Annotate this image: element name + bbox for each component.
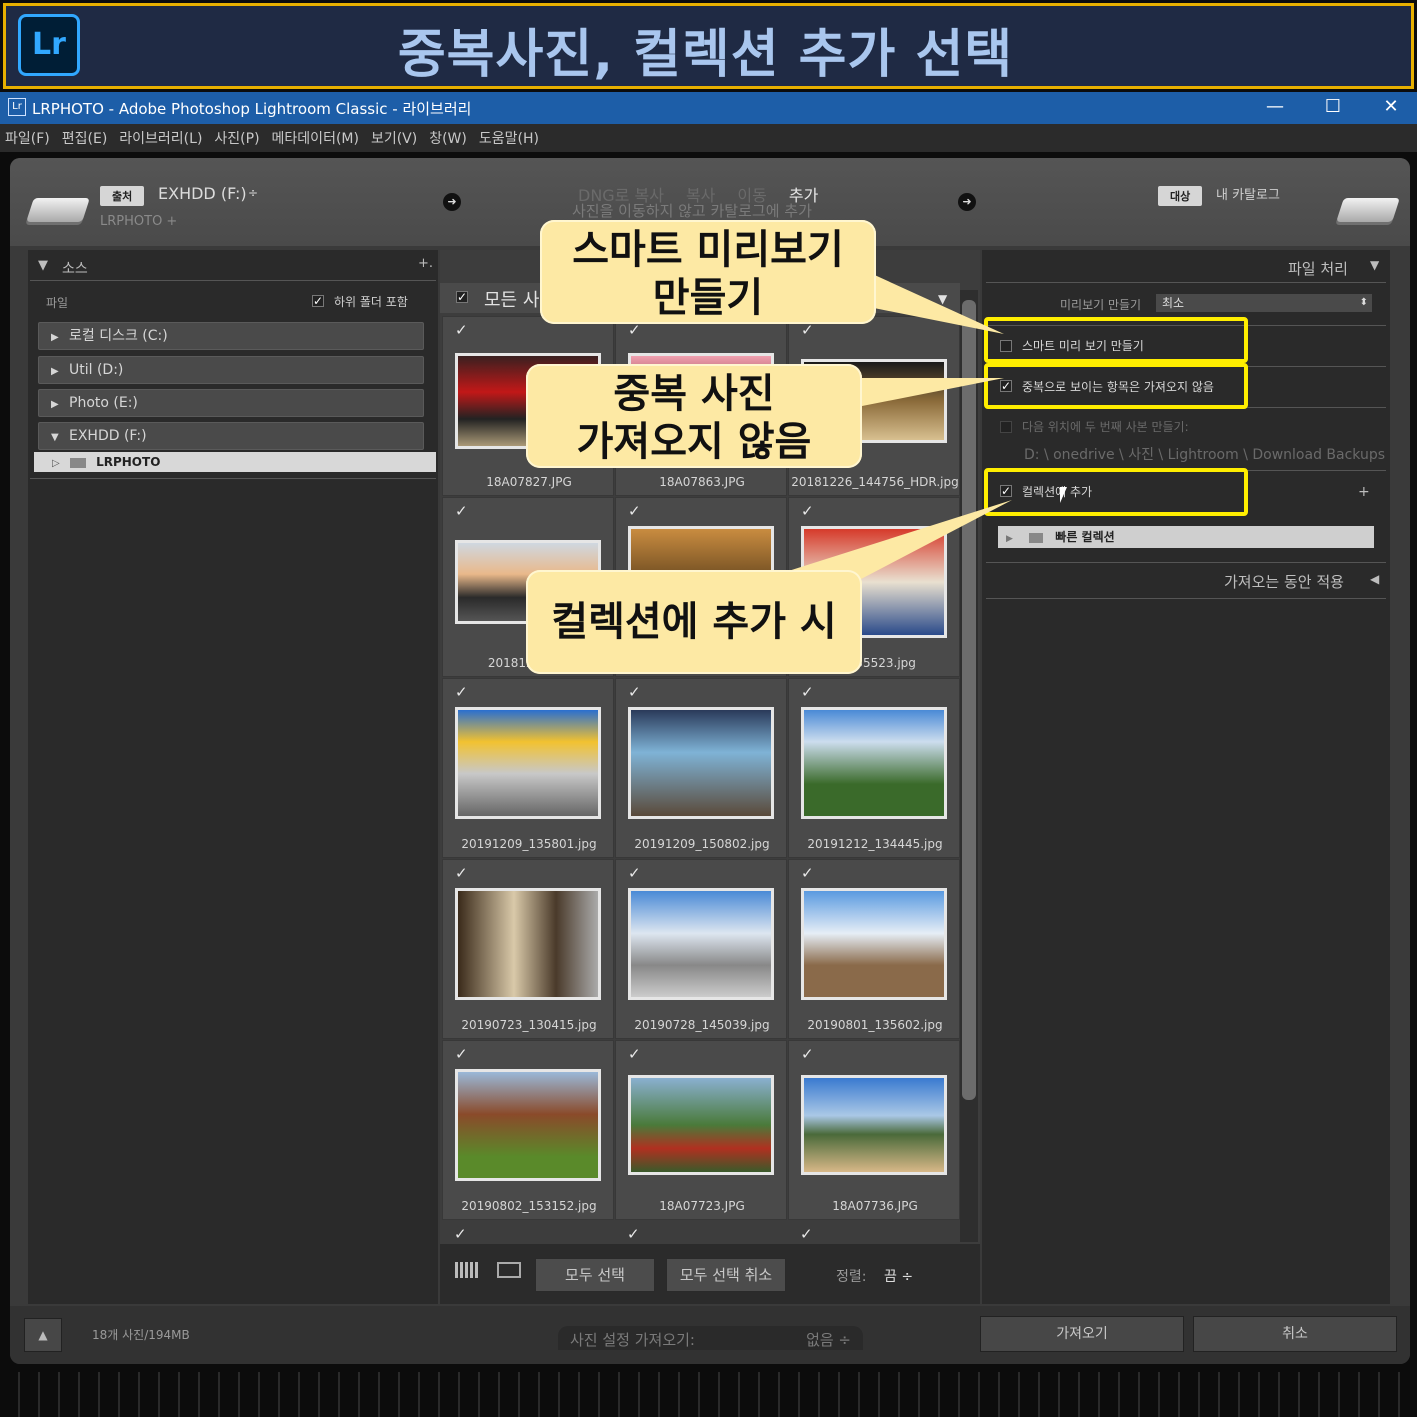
callout-pointers [760,272,1012,590]
import-button[interactable]: 가져오기 [980,1316,1184,1352]
photo-count: 18개 사진/194MB [92,1328,190,1342]
callout-line: 가져오지 않음 [576,419,812,465]
pointer-smart [864,272,1004,334]
decorative-border [0,1372,1417,1417]
callout-line: 스마트 미리보기 [572,227,844,273]
import-preset-value: 없음 ÷ [806,1331,851,1349]
pointer-dup [852,378,1004,408]
import-preset[interactable]: 사진 설정 가져오기: 없음 ÷ [558,1326,863,1350]
callout-line: 만들기 [652,275,764,321]
expand-up-icon[interactable]: ▲ [24,1318,62,1352]
callout-no-duplicates: 중복 사진 가져오지 않음 [526,364,862,468]
callout-add-collection: 컬렉션에 추가 시 [526,570,862,674]
cancel-button[interactable]: 취소 [1193,1316,1397,1352]
import-preset-label: 사진 설정 가져오기: [570,1331,695,1349]
callout-line: 중복 사진 [613,371,775,417]
callout-smart-preview: 스마트 미리보기 만들기 [540,220,876,324]
